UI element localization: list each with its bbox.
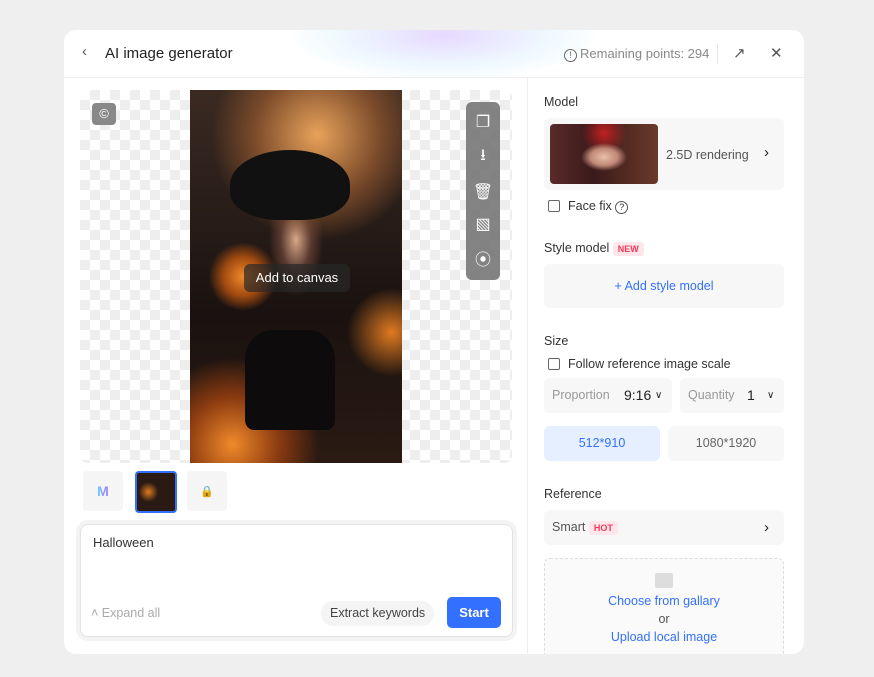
size-label: Size <box>544 334 569 348</box>
proportion-value: 9:16 <box>624 387 652 403</box>
hot-badge: HOT <box>588 521 618 535</box>
quantity-select[interactable]: Quantity 1 ∨ <box>680 378 784 413</box>
model-logo-thumb[interactable]: M <box>83 471 123 511</box>
upload-local-image-link[interactable]: Upload local image <box>545 628 783 646</box>
quantity-value: 1 <box>747 387 755 403</box>
proportion-select[interactable]: Proportion 9:16 ∨ <box>544 378 672 413</box>
close-icon[interactable]: ✕ <box>770 44 783 62</box>
panel-divider <box>527 78 528 654</box>
remaining-points-text: Remaining points: 294 <box>580 46 710 61</box>
size-option-1080x1920[interactable]: 1080*1920 <box>668 426 784 461</box>
preview-canvas[interactable]: © Add to canvas ❐ ⭳ 🗑 ▧ ⦿ <box>80 90 512 463</box>
face-fix-checkbox[interactable]: Face fix ? <box>548 199 629 214</box>
download-icon[interactable]: ⭳ <box>480 144 486 171</box>
checkbox-icon <box>548 200 560 212</box>
lock-icon: 🔒 <box>200 485 214 498</box>
delete-icon[interactable]: 🗑 <box>473 182 493 202</box>
chevron-right-icon: › <box>764 144 769 161</box>
reference-mode-selector[interactable]: Smart HOT › <box>544 510 784 545</box>
result-thumbnail-selected[interactable] <box>135 471 177 513</box>
expand-all-label: Expand all <box>101 606 161 620</box>
image-placeholder-icon <box>655 573 673 588</box>
model-name: 2.5D rendering <box>666 148 749 162</box>
popout-icon[interactable]: ↗ <box>733 44 746 62</box>
add-style-model-label: + Add style model <box>614 279 714 293</box>
prompt-input[interactable]: Halloween <box>93 535 154 550</box>
link-icon[interactable]: ⦿ <box>475 246 491 270</box>
remaining-points: ! Remaining points: 294 <box>564 46 709 62</box>
proportion-label: Proportion <box>552 388 610 402</box>
locked-thumb[interactable]: 🔒 <box>187 471 227 511</box>
dialog-header: ‹ AI image generator ! Remaining points: … <box>64 30 804 78</box>
model-thumbnail <box>550 124 658 184</box>
reference-mode: Smart <box>552 520 586 534</box>
chevron-right-icon: › <box>764 519 769 536</box>
size-option-512x910[interactable]: 512*910 <box>544 426 660 461</box>
prompt-box[interactable]: Halloween ˄ Expand all Extract keywords … <box>80 524 513 637</box>
face-fix-label: Face fix <box>568 199 612 213</box>
image-edit-icon[interactable]: ▧ <box>475 214 490 234</box>
new-badge: NEW <box>612 242 644 256</box>
copy-icon[interactable]: ❐ <box>476 112 490 132</box>
back-icon[interactable]: ‹ <box>82 43 87 60</box>
chevron-down-icon: ∨ <box>767 390 775 401</box>
choose-from-gallery-link[interactable]: Choose from gallary <box>545 592 783 610</box>
style-model-text: Style model <box>544 241 610 255</box>
chevron-down-icon: ∨ <box>655 390 663 401</box>
image-toolbar: ❐ ⭳ 🗑 ▧ ⦿ <box>466 102 500 280</box>
logo-icon: M <box>97 483 109 499</box>
follow-reference-checkbox[interactable]: Follow reference image scale <box>548 357 731 371</box>
add-to-canvas-button[interactable]: Add to canvas <box>244 264 350 292</box>
info-icon: ! <box>564 49 577 62</box>
style-model-label: Style model NEW <box>544 241 644 256</box>
follow-reference-label: Follow reference image scale <box>568 357 731 371</box>
reference-label: Reference <box>544 487 602 501</box>
start-button[interactable]: Start <box>447 597 501 628</box>
quantity-label: Quantity <box>688 388 735 402</box>
image-hat-shape <box>230 150 350 220</box>
copyright-icon[interactable]: © <box>92 103 116 125</box>
dialog-title: AI image generator <box>105 45 233 62</box>
header-divider <box>717 44 718 64</box>
ai-image-generator-dialog: ‹ AI image generator ! Remaining points: … <box>64 30 804 654</box>
double-chevron-up-icon: ˄ <box>91 606 99 620</box>
model-selector[interactable]: 2.5D rendering › <box>544 118 784 190</box>
extract-keywords-button[interactable]: Extract keywords <box>321 601 435 626</box>
model-label: Model <box>544 95 579 109</box>
or-text: or <box>658 612 670 626</box>
checkbox-icon <box>548 358 560 370</box>
add-style-model-button[interactable]: + Add style model <box>544 264 784 308</box>
expand-all-button[interactable]: ˄ Expand all <box>91 606 160 620</box>
reference-upload-area[interactable]: Choose from gallary or Upload local imag… <box>544 558 784 654</box>
image-dress-shape <box>245 330 335 430</box>
help-icon[interactable]: ? <box>615 201 629 214</box>
